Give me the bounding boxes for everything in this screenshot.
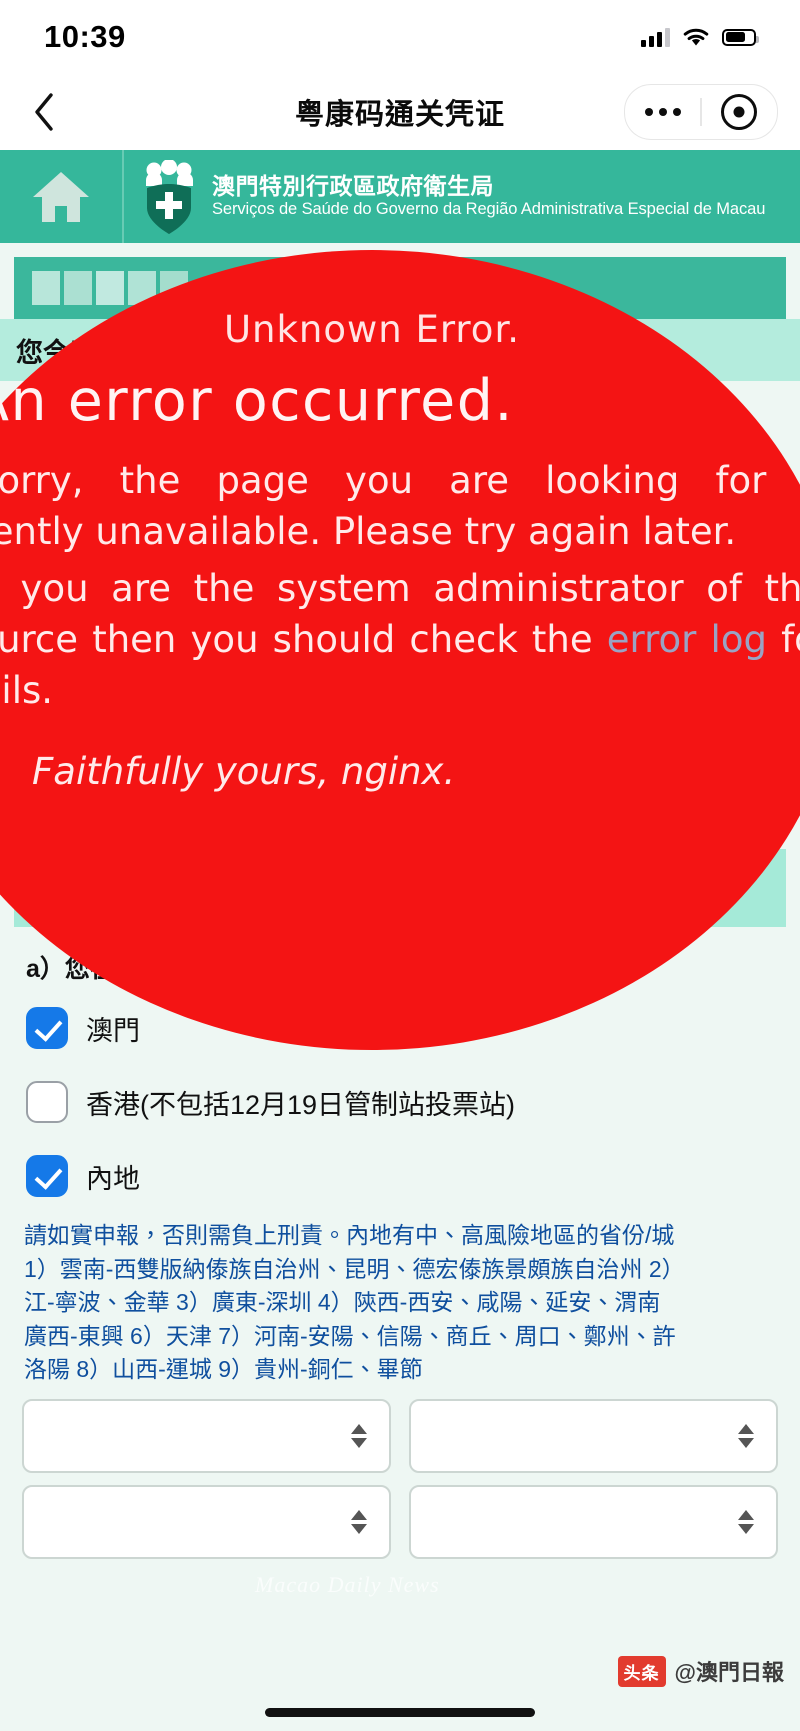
contact-option-yes[interactable]: 是 (0, 701, 800, 775)
travel-history-header: 旅居史 * (14, 849, 786, 927)
travel-notice-line: 江-寧波、金華 3）廣東-深圳 4）陝西-西安、咸陽、延安、渭南 (24, 1289, 661, 1316)
watermark-badge: 头条 (617, 1655, 666, 1687)
checkbox-checked[interactable] (26, 1007, 68, 1049)
checkbox[interactable] (26, 397, 68, 439)
symptom-option-fever[interactable]: 發燒 (0, 381, 800, 455)
wechat-capsule[interactable] (624, 84, 778, 140)
stepper-updown-icon (738, 1423, 754, 1448)
stepper-updown-icon (351, 1423, 367, 1448)
home-indicator (265, 1708, 535, 1717)
contact-option-no[interactable]: 否 (0, 775, 800, 849)
province-select-2[interactable] (22, 1484, 391, 1559)
select-row-2 (0, 1473, 800, 1559)
travel-option-label: 內地 (86, 1163, 140, 1194)
travel-option-hongkong[interactable]: 香港(不包括12月19日管制站投票站) (0, 1065, 800, 1139)
travel-option-label: 香港(不包括12月19日管制站投票站) (86, 1089, 516, 1120)
watermark-corner: 头条 @澳門日報 (617, 1655, 784, 1687)
city-select-1[interactable] (409, 1398, 778, 1473)
symptom-option-none[interactable]: 沒有以上症狀 (0, 565, 800, 639)
symptom-option-label: 沒有以上症狀 (86, 589, 248, 620)
watermark-corner-text: @澳門日報 (674, 1660, 784, 1685)
more-dots-icon[interactable] (625, 108, 700, 116)
checkbox[interactable] (26, 489, 68, 531)
select-row-1 (0, 1387, 800, 1473)
symptom-option-label: 咳嗽、氣促、呼吸困難(氣喘)、喉嚨痛、流鼻水或其他呼吸道症狀 (86, 478, 779, 547)
redacted-mosaic (32, 271, 188, 305)
status-bar: 10:39 (0, 0, 800, 74)
contact-option-label: 否 (86, 799, 113, 830)
symptom-option-respiratory[interactable]: 咳嗽、氣促、呼吸困難(氣喘)、喉嚨痛、流鼻水或其他呼吸道症狀 (0, 455, 800, 565)
travel-question: a）您在過去14天曾旅行和居住的地方： (26, 955, 468, 983)
gov-title-zh: 澳門特別行政區政府衛生局 (212, 173, 494, 200)
checkbox[interactable] (26, 791, 68, 833)
travel-notice-line: 請如實申報，否則需負上刑責。內地有中、高風險地區的省份/城 (24, 1222, 675, 1248)
contact-option-label: 是 (86, 725, 113, 756)
symptom-question-bar: 您今天是否出現以下症狀？ (0, 319, 800, 381)
symptom-option-label: 發燒 (86, 405, 140, 436)
redacted-section-header (14, 257, 786, 319)
phone-screen: 10:39 粤康码通关凭证 澳門特別行政區政府衛生局 Serviços de S… (0, 0, 800, 1731)
travel-option-label: 澳門 (86, 1015, 140, 1046)
travel-notice: 請如實申報，否則需負上刑責。內地有中、高風險地區的省份/城 1）雲南-西雙版納傣… (0, 1213, 800, 1387)
home-button[interactable] (0, 150, 122, 243)
stepper-updown-icon (738, 1509, 754, 1534)
battery-icon (722, 28, 759, 46)
checkbox[interactable] (26, 717, 68, 759)
watermark-center: Macao Daily News (255, 1572, 440, 1597)
health-bureau-shield-icon (124, 150, 206, 243)
province-select-1[interactable] (22, 1398, 391, 1473)
contact-question: 您在過去14天內是否曾接觸新型冠狀病毒肺炎確診病人？ (16, 655, 644, 684)
status-bar-time: 10:39 (44, 19, 126, 54)
travel-option-mainland[interactable]: 內地 (0, 1139, 800, 1213)
navigation-bar: 粤康码通关凭证 (0, 74, 800, 150)
symptom-question: 您今天是否出現以下症狀？ (16, 337, 340, 368)
close-button[interactable] (702, 94, 777, 130)
travel-notice-line: 1）雲南-西雙版納傣族自治州、昆明、德宏傣族景頗族自治州 2） (24, 1255, 685, 1282)
gov-title-pt: Serviços de Saúde do Governo da Região A… (212, 200, 766, 219)
travel-notice-line: 廣西-東興 6）天津 7）河南-安陽、信陽、商丘、周口、鄭州、許 (24, 1322, 676, 1349)
travel-history-title: 旅居史 (32, 872, 134, 911)
required-mark: * (134, 871, 146, 904)
contact-question-bar: 您在過去14天內是否曾接觸新型冠狀病毒肺炎確診病人？ (0, 639, 800, 701)
gov-header: 澳門特別行政區政府衛生局 Serviços de Saúde do Govern… (0, 150, 800, 243)
city-select-2[interactable] (409, 1484, 778, 1559)
checkbox[interactable] (26, 1081, 68, 1123)
cellular-bars-icon (641, 27, 670, 47)
status-bar-icons (641, 27, 759, 48)
travel-notice-line: 洛陽 8）山西-運城 9）貴州-銅仁、畢節 (24, 1356, 423, 1383)
wifi-icon (683, 28, 709, 45)
home-icon (33, 171, 89, 222)
target-circle-icon (721, 94, 758, 130)
checkbox-checked[interactable] (26, 1155, 68, 1197)
stepper-updown-icon (351, 1509, 367, 1534)
travel-option-macau[interactable]: 澳門 (0, 991, 800, 1065)
page-content: 澳門特別行政區政府衛生局 Serviços de Saúde do Govern… (0, 150, 800, 1731)
checkbox[interactable] (26, 581, 68, 623)
gov-header-text: 澳門特別行政區政府衛生局 Serviços de Saúde do Govern… (206, 173, 766, 219)
